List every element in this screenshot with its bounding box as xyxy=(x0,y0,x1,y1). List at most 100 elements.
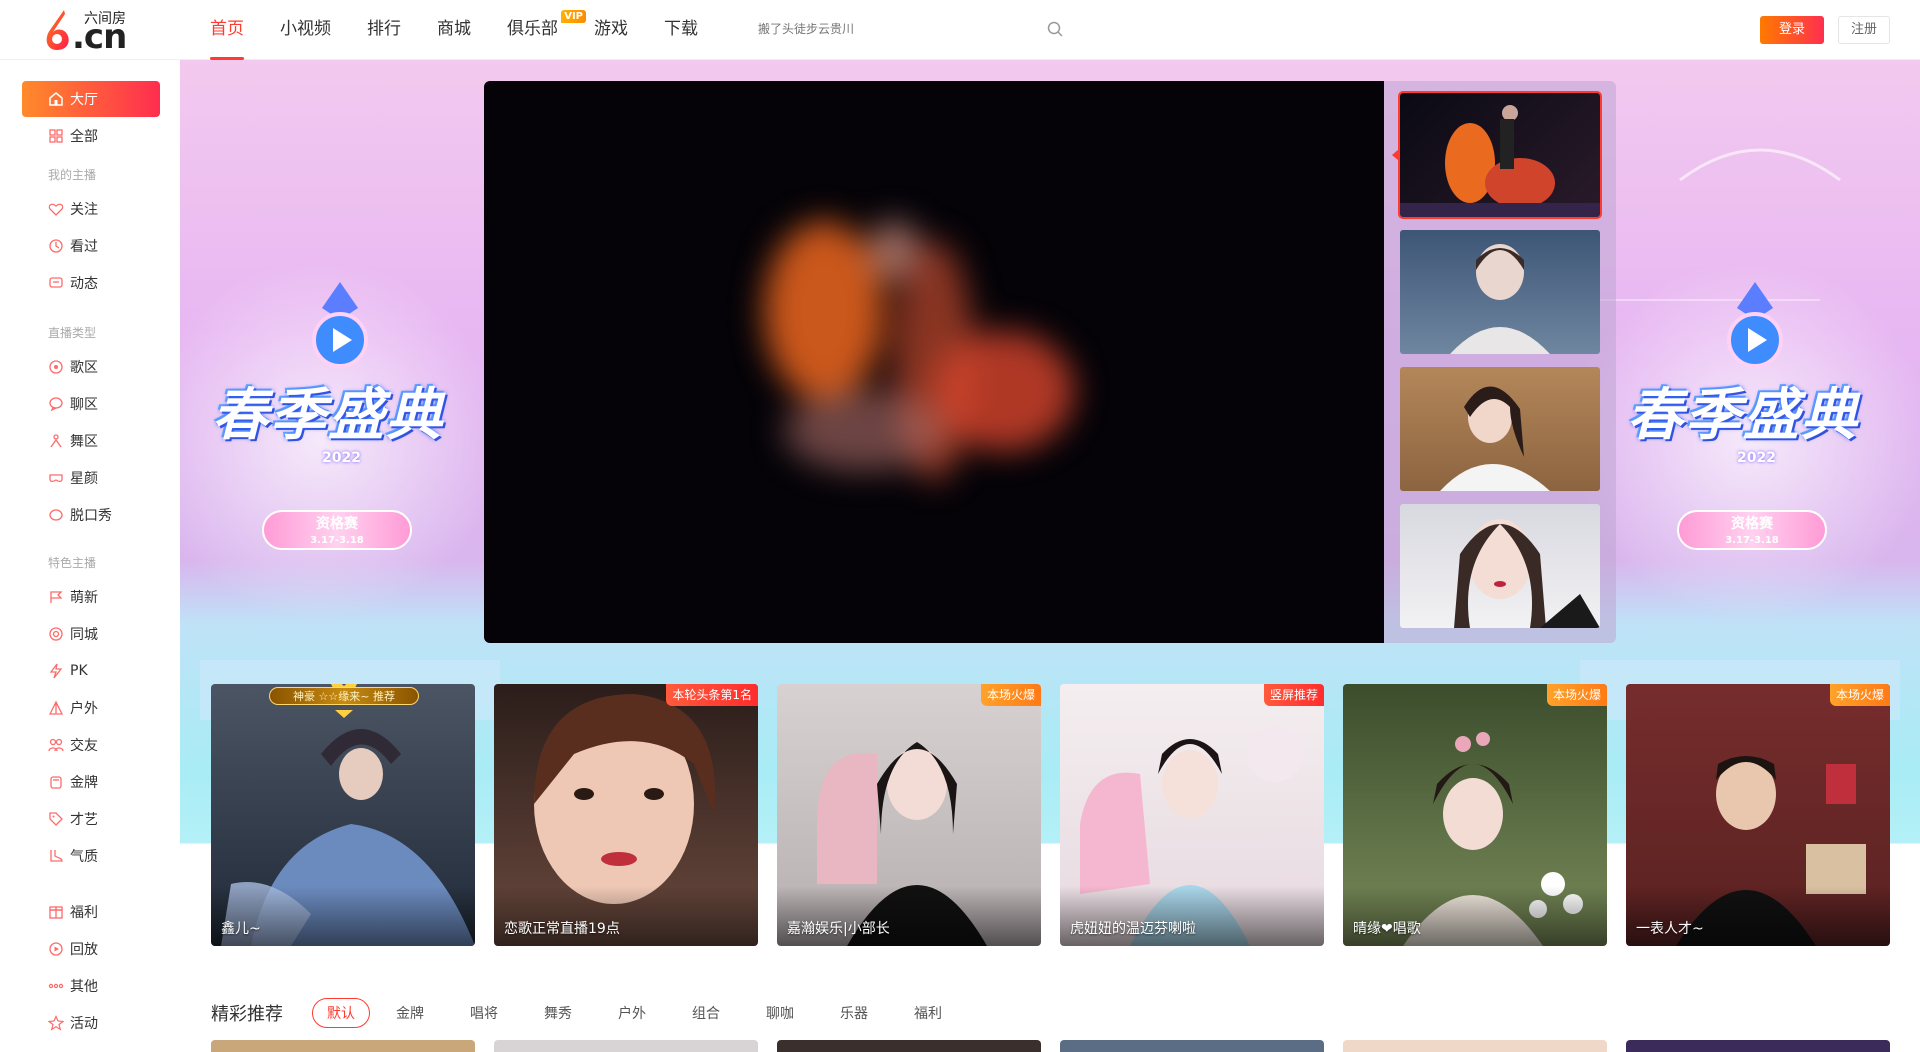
sidebar-item-dating[interactable]: 交友 xyxy=(22,727,160,763)
thumb-anchor-3[interactable] xyxy=(1400,367,1600,491)
mask-icon xyxy=(49,474,63,483)
sidebar-item-label: 其他 xyxy=(70,979,98,995)
friends-icon xyxy=(48,738,64,752)
sidebar-item-all[interactable]: 全部 xyxy=(22,118,160,154)
event-pill[interactable]: 资格赛 3.17-3.18 xyxy=(262,510,412,550)
rec-card-preview[interactable] xyxy=(777,1040,1041,1052)
rec-tab-welfare[interactable]: 福利 xyxy=(914,1003,942,1023)
anchor-thumbnail-list xyxy=(1384,81,1616,643)
thumb-image xyxy=(1400,105,1600,217)
nav-ranking[interactable]: 排行 xyxy=(367,0,401,60)
search-icon[interactable] xyxy=(1046,20,1064,38)
site-logo[interactable]: 六间房 .cn xyxy=(38,6,138,54)
rec-card-preview[interactable] xyxy=(1060,1040,1324,1052)
sidebar-item-label: 关注 xyxy=(70,202,98,218)
sidebar-item-label: 交友 xyxy=(70,738,98,754)
sidebar-item-other[interactable]: 其他 xyxy=(22,968,160,1004)
rec-card-preview[interactable] xyxy=(494,1040,758,1052)
gift-icon xyxy=(49,906,63,919)
card-hot-tag: 本场火爆 xyxy=(1546,684,1607,706)
rec-tab-gold[interactable]: 金牌 xyxy=(396,1003,424,1023)
sidebar-item-dance[interactable]: 舞区 xyxy=(22,423,160,459)
rec-tab-instrument[interactable]: 乐器 xyxy=(840,1003,868,1023)
sidebar-item-talent[interactable]: 才艺 xyxy=(22,801,160,837)
sidebar-item-hall[interactable]: 大厅 xyxy=(22,81,160,117)
live-card-5[interactable]: 本场火爆 晴缘❤唱歌 xyxy=(1343,684,1607,946)
sidebar-item-label: 才艺 xyxy=(70,812,98,828)
nav-club[interactable]: 俱乐部 VIP xyxy=(507,0,586,60)
nav-mall[interactable]: 商城 xyxy=(437,0,471,60)
sidebar-item-star[interactable]: 星颜 xyxy=(22,460,160,496)
event-year: 2022 xyxy=(1737,450,1776,466)
logo-six-icon xyxy=(46,10,69,50)
shoe-icon xyxy=(50,850,63,862)
sidebar-item-pk[interactable]: PK xyxy=(22,653,160,689)
grid-icon xyxy=(49,129,63,143)
nav-home[interactable]: 首页 xyxy=(210,0,244,60)
home-icon xyxy=(49,92,63,106)
event-year: 2022 xyxy=(322,450,361,466)
sidebar-item-label: 大厅 xyxy=(70,92,98,108)
sidebar-item-label: 全部 xyxy=(70,129,98,145)
sidebar-group-title: 我的主播 xyxy=(48,168,97,182)
thumb-anchor-1[interactable] xyxy=(1398,91,1602,219)
nav-short-video[interactable]: 小视频 xyxy=(280,0,331,60)
sidebar-item-replay[interactable]: 回放 xyxy=(22,931,160,967)
live-card-6[interactable]: 本场火爆 一表人才~ xyxy=(1626,684,1890,946)
sidebar: 大厅 全部 我的主播 关注 看过 动态 直播类型 歌区 聊区 舞区 星颜 脱口秀… xyxy=(0,60,180,1052)
register-button[interactable]: 注册 xyxy=(1838,16,1890,44)
sidebar-item-song[interactable]: 歌区 xyxy=(22,349,160,385)
thumb-anchor-4[interactable] xyxy=(1400,504,1600,628)
sidebar-item-newbie[interactable]: 萌新 xyxy=(22,579,160,615)
rec-tab-default[interactable]: 默认 xyxy=(312,998,370,1028)
rec-card-preview[interactable] xyxy=(211,1040,475,1052)
sidebar-item-label: 福利 xyxy=(70,905,98,921)
rec-tab-dance[interactable]: 舞秀 xyxy=(544,1003,572,1023)
live-card-3[interactable]: 本场火爆 嘉瀚娱乐|小部长 xyxy=(777,684,1041,946)
sidebar-item-gold[interactable]: 金牌 xyxy=(22,764,160,800)
sidebar-item-feed[interactable]: 动态 xyxy=(22,265,160,301)
sidebar-item-outdoor[interactable]: 户外 xyxy=(22,690,160,726)
sidebar-item-label: 萌新 xyxy=(70,590,98,606)
sidebar-item-welfare[interactable]: 福利 xyxy=(22,894,160,930)
sidebar-item-label: 舞区 xyxy=(70,434,98,450)
flag-icon xyxy=(50,591,63,603)
sidebar-item-talkshow[interactable]: 脱口秀 xyxy=(22,497,160,533)
live-card-2[interactable]: 本轮头条第1名 恋歌正常直播19点 xyxy=(494,684,758,946)
sidebar-item-label: 看过 xyxy=(70,239,98,255)
bolt-icon xyxy=(49,663,63,679)
nav-games[interactable]: 游戏 xyxy=(594,0,628,60)
rec-card-preview[interactable] xyxy=(1626,1040,1890,1052)
clock-icon xyxy=(49,239,63,253)
sidebar-item-label: 同城 xyxy=(70,627,98,643)
vip-badge: VIP xyxy=(561,10,586,23)
sidebar-item-label: 聊区 xyxy=(70,397,98,413)
tent-icon xyxy=(48,700,64,715)
sidebar-item-watched[interactable]: 看过 xyxy=(22,228,160,264)
rec-tab-chat[interactable]: 聊咖 xyxy=(766,1003,794,1023)
bubble-icon xyxy=(49,397,63,412)
live-card-1[interactable]: 神豪 ☆☆缘来~ 推荐 鑫儿~ xyxy=(211,684,475,946)
nav-download[interactable]: 下载 xyxy=(664,0,698,60)
rec-card-preview[interactable] xyxy=(1343,1040,1607,1052)
live-card-4[interactable]: 竖屏推荐 虎妞妞的温迈芬喇啦 xyxy=(1060,684,1324,946)
thumb-image xyxy=(1450,244,1550,354)
event-pill[interactable]: 资格赛 3.17-3.18 xyxy=(1677,510,1827,550)
login-button[interactable]: 登录 xyxy=(1760,16,1824,44)
rec-tab-group[interactable]: 组合 xyxy=(692,1003,720,1023)
sidebar-item-chat[interactable]: 聊区 xyxy=(22,386,160,422)
music-icon xyxy=(49,360,63,374)
card-hot-tag: 竖屏推荐 xyxy=(1263,684,1324,706)
sidebar-item-local[interactable]: 同城 xyxy=(22,616,160,652)
chat-icon xyxy=(49,277,63,288)
live-video-player[interactable] xyxy=(484,81,1384,643)
sidebar-item-follow[interactable]: 关注 xyxy=(22,191,160,227)
rec-tab-outdoor[interactable]: 户外 xyxy=(618,1003,646,1023)
sidebar-item-events[interactable]: 活动 xyxy=(22,1005,160,1041)
sidebar-item-label: 动态 xyxy=(70,276,98,292)
sidebar-item-label: 金牌 xyxy=(70,775,98,791)
thumb-anchor-2[interactable] xyxy=(1400,230,1600,354)
search-input[interactable] xyxy=(750,14,1050,44)
sidebar-item-temperament[interactable]: 气质 xyxy=(22,838,160,874)
rec-tab-singer[interactable]: 唱将 xyxy=(470,1003,498,1023)
